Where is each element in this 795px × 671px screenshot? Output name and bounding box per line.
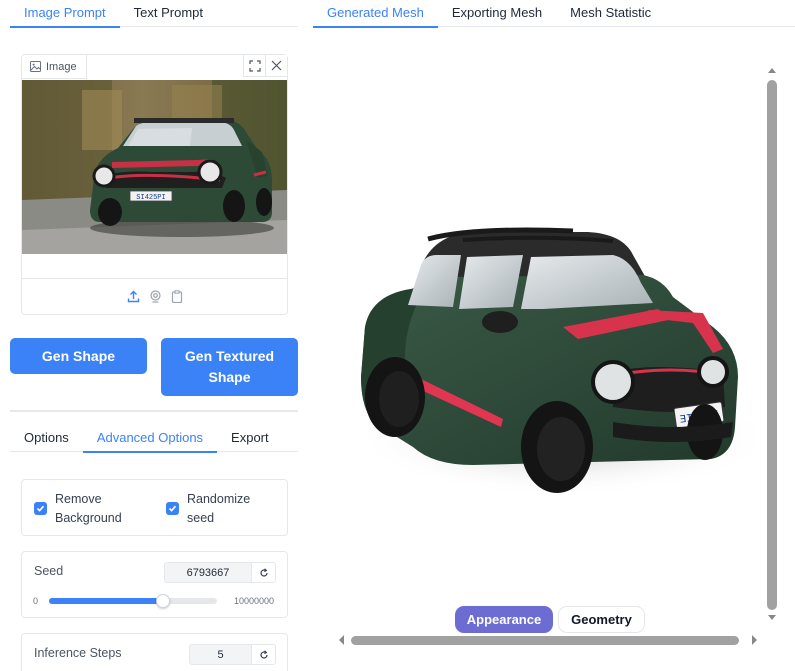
input-photo: SI425PI <box>22 80 287 254</box>
clipboard-icon <box>171 290 182 303</box>
seed-slider[interactable] <box>49 594 217 608</box>
horizontal-scrollbar-thumb[interactable] <box>351 636 739 645</box>
upload-button[interactable] <box>127 290 140 303</box>
tab-advanced-options[interactable]: Advanced Options <box>82 424 218 453</box>
gen-shape-button[interactable]: Gen Shape <box>10 338 147 374</box>
appearance-toggle[interactable]: Appearance <box>455 606 553 633</box>
section-divider <box>10 410 298 412</box>
inference-steps-reset-button[interactable] <box>252 644 276 665</box>
checkbox-checked[interactable] <box>166 502 179 515</box>
gen-textured-shape-button[interactable]: Gen Textured Shape <box>161 338 298 396</box>
scroll-right-arrow-icon[interactable] <box>751 634 759 646</box>
fullscreen-icon <box>248 59 261 72</box>
clipboard-button[interactable] <box>171 290 183 303</box>
webcam-button[interactable] <box>149 290 162 303</box>
tab-mesh-statistic[interactable]: Mesh Statistic <box>556 0 665 27</box>
seed-panel: Seed 6793667 0 10000000 <box>21 551 288 618</box>
checkbox-panel: Remove Background Randomize seed <box>21 479 288 536</box>
scroll-up-arrow-icon[interactable] <box>767 66 777 74</box>
image-icon <box>30 61 41 72</box>
prompt-tabs: Image Prompt Text Prompt <box>10 0 298 28</box>
upload-icon <box>127 290 139 303</box>
viewer-tabs: Generated Mesh Exporting Mesh Mesh Stati… <box>313 0 795 28</box>
clear-image-button[interactable] <box>265 55 287 77</box>
scroll-down-arrow-icon[interactable] <box>767 614 777 622</box>
randomize-seed-checkbox[interactable]: Randomize seed <box>166 490 276 528</box>
reset-icon <box>259 649 268 659</box>
remove-background-checkbox[interactable]: Remove Background <box>34 490 149 528</box>
tab-generated-mesh[interactable]: Generated Mesh <box>313 0 438 28</box>
input-plate-text: SI425PI <box>136 194 165 202</box>
inference-steps-panel: Inference Steps 5 <box>21 633 288 671</box>
seed-label: Seed <box>34 564 64 578</box>
seed-slider-fill <box>49 598 164 604</box>
generated-mesh-render: ƎINHPI <box>353 227 773 497</box>
tab-export[interactable]: Export <box>217 424 283 452</box>
checkmark-icon <box>168 505 177 512</box>
inference-steps-label: Inference Steps <box>34 646 122 660</box>
seed-min-label: 0 <box>33 596 39 606</box>
inference-steps-input[interactable]: 5 <box>189 644 252 665</box>
image-input[interactable]: Image SI425PI <box>21 54 288 315</box>
option-tabs: Options Advanced Options Export <box>10 424 298 453</box>
seed-max-label: 10000000 <box>233 596 274 606</box>
seed-reset-button[interactable] <box>252 562 276 583</box>
tab-exporting-mesh[interactable]: Exporting Mesh <box>438 0 556 27</box>
image-source-bar <box>22 278 287 314</box>
seed-number-input[interactable]: 6793667 <box>164 562 252 583</box>
mesh-viewer[interactable]: ƎINHPI <box>313 27 795 647</box>
geometry-toggle[interactable]: Geometry <box>558 606 645 633</box>
scroll-left-arrow-icon[interactable] <box>337 634 345 646</box>
tab-options[interactable]: Options <box>10 424 83 452</box>
tab-image-prompt[interactable]: Image Prompt <box>10 0 120 28</box>
fullscreen-button[interactable] <box>243 55 265 77</box>
vertical-scrollbar-thumb[interactable] <box>767 80 777 610</box>
close-icon <box>271 60 282 71</box>
image-tools <box>243 55 287 77</box>
remove-background-label: Remove Background <box>55 492 122 525</box>
checkmark-icon <box>36 505 45 512</box>
tab-text-prompt[interactable]: Text Prompt <box>120 0 217 27</box>
reset-icon <box>259 567 268 577</box>
image-label-text: Image <box>46 60 77 73</box>
randomize-seed-label: Randomize seed <box>187 492 251 525</box>
seed-slider-thumb[interactable] <box>156 594 171 608</box>
image-input-label: Image <box>22 55 87 79</box>
webcam-icon <box>149 290 161 303</box>
checkbox-checked[interactable] <box>34 502 47 515</box>
